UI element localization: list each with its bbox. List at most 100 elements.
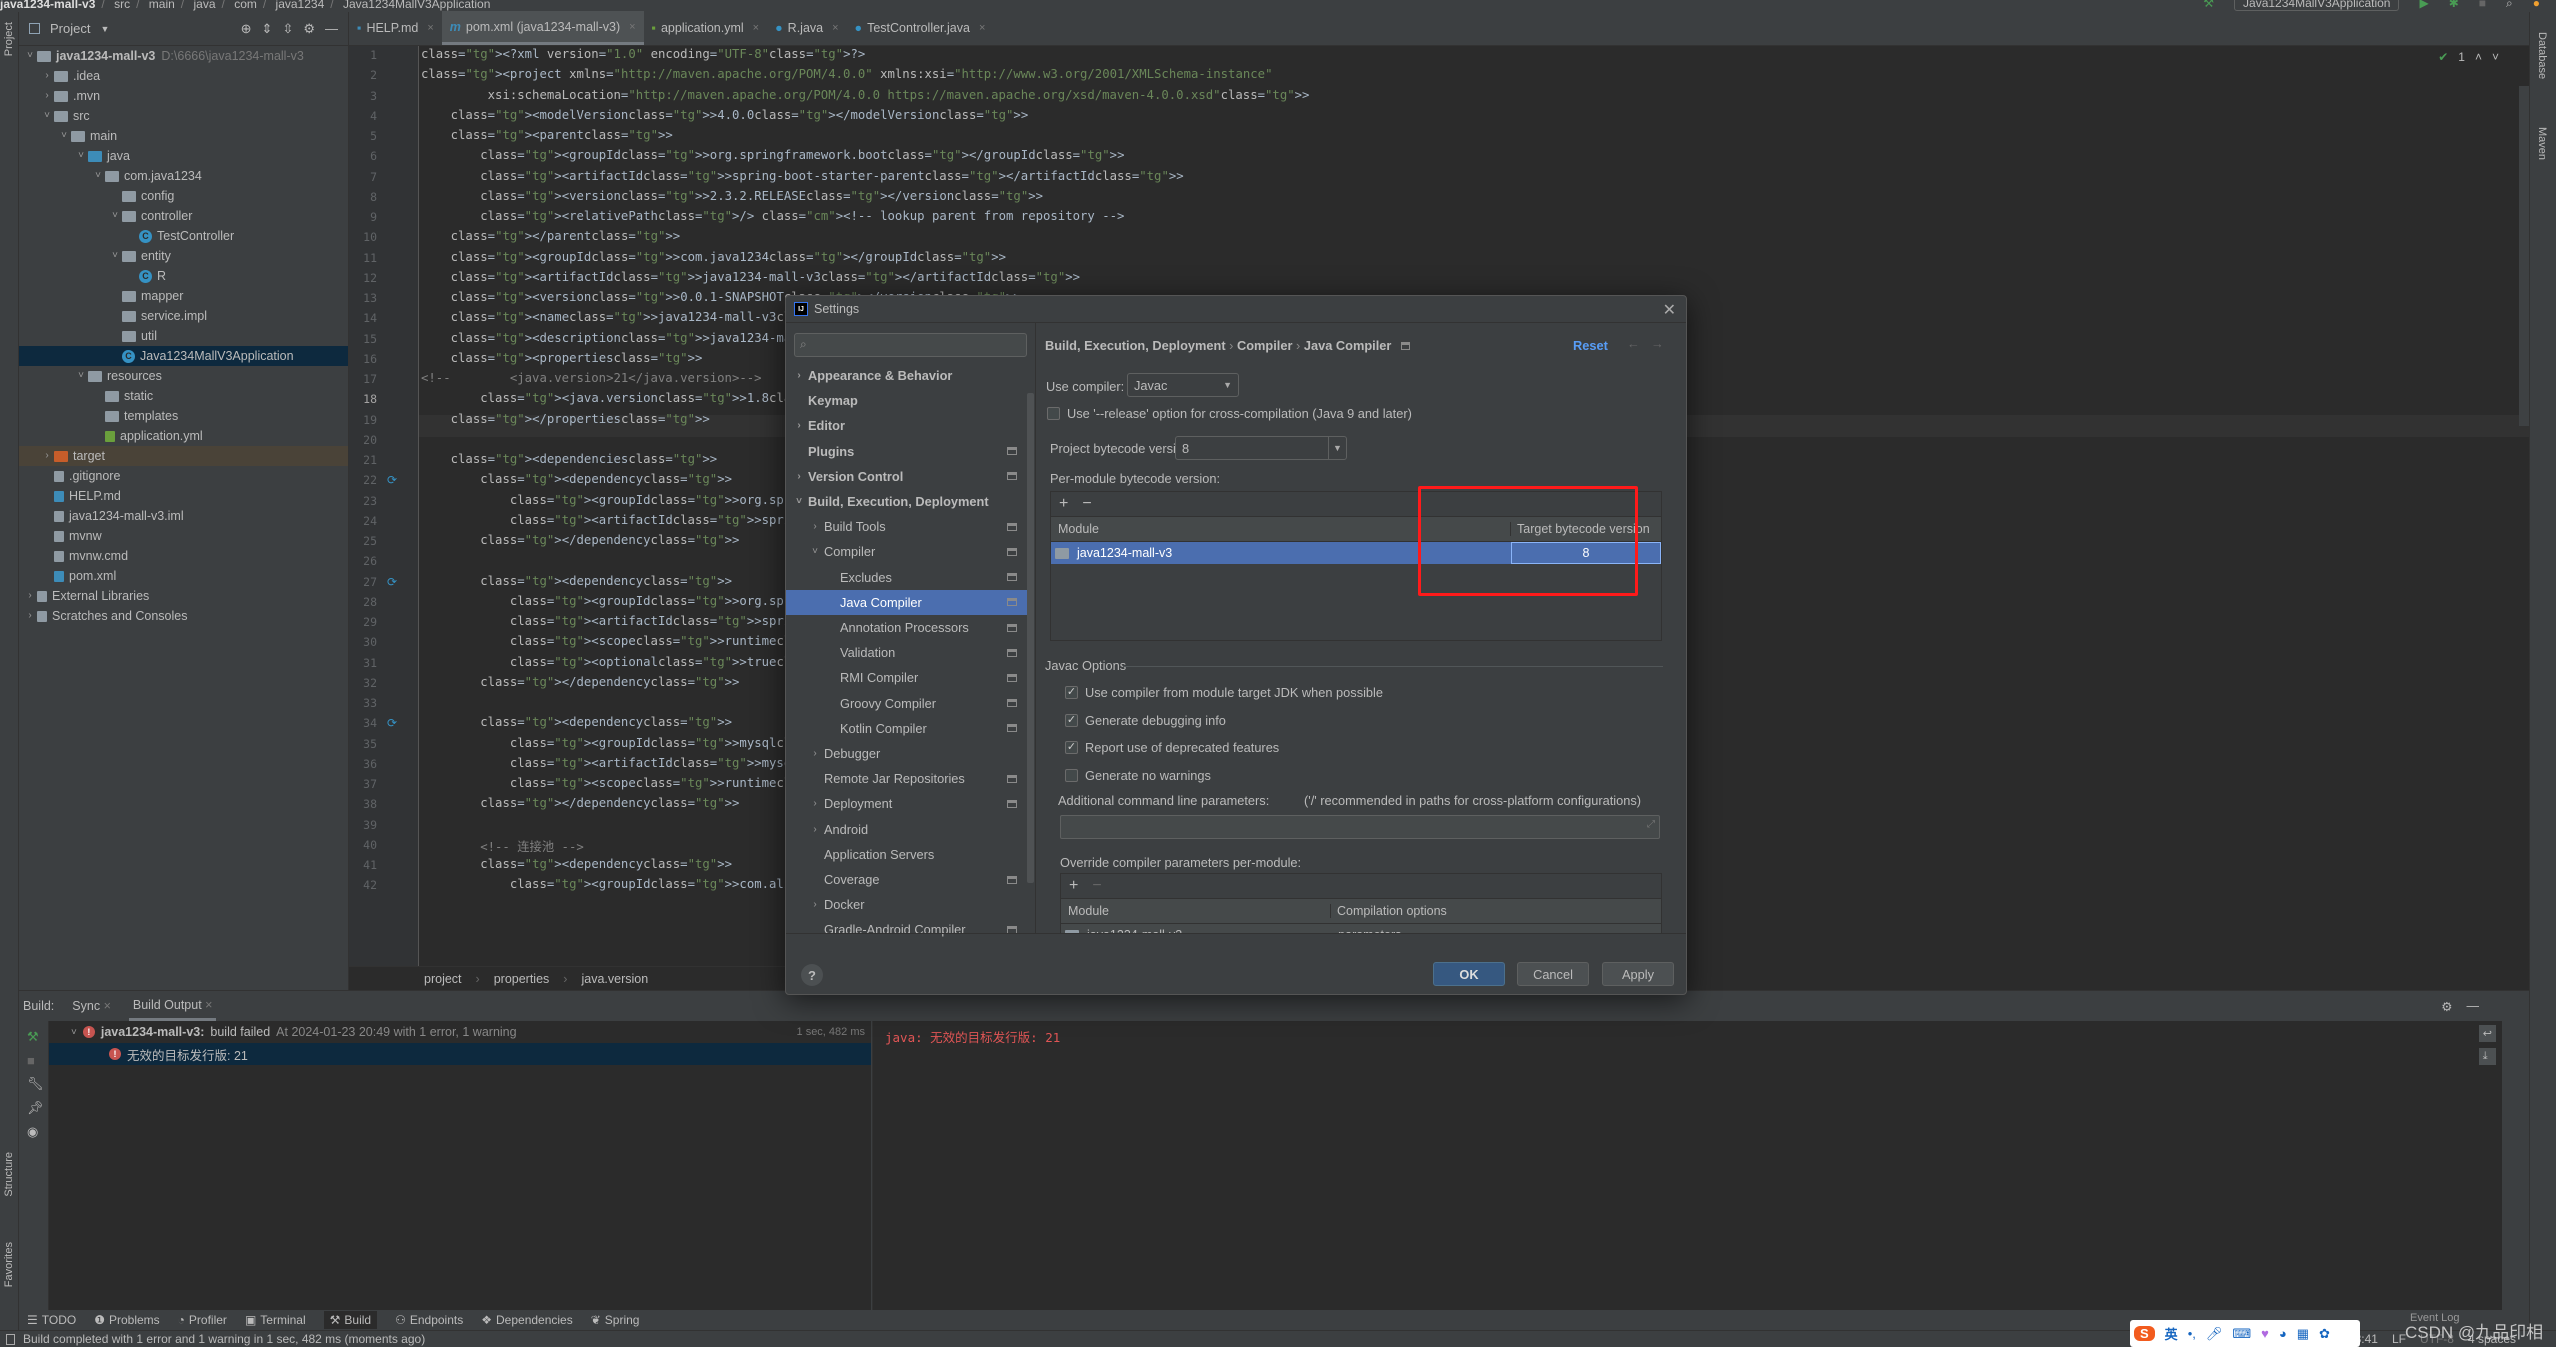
- tree-item[interactable]: › Scratches and Consoles: [19, 606, 348, 626]
- settings-nav-item[interactable]: › Build Tools: [786, 514, 1031, 539]
- tree-item[interactable]: templates: [19, 406, 348, 426]
- nav-crumb[interactable]: main: [149, 0, 175, 11]
- collapse-all-icon[interactable]: ⇳: [282, 21, 293, 37]
- project-bytecode-select[interactable]: 8 ▼: [1175, 436, 1347, 460]
- assistant-icon[interactable]: ◕: [2279, 1326, 2287, 1341]
- settings-search-field[interactable]: [817, 336, 1017, 354]
- tree-item[interactable]: mvnw: [19, 526, 348, 546]
- close-tab-icon[interactable]: ×: [629, 21, 635, 33]
- tree-item[interactable]: › target: [19, 446, 348, 466]
- stop-icon[interactable]: ■: [27, 1053, 40, 1068]
- chevron-down-icon[interactable]: ˅: [40, 106, 54, 126]
- tree-item[interactable]: ˅ src: [19, 106, 348, 126]
- editor-tab[interactable]: ● R.java ×: [767, 11, 846, 45]
- structure-tool-tab[interactable]: Structure: [3, 1152, 15, 1197]
- tool-tab-todo[interactable]: ☰ TODO: [27, 1313, 76, 1327]
- breadcrumb-item[interactable]: project: [424, 972, 462, 986]
- settings-nav-item[interactable]: › Android: [786, 817, 1031, 842]
- breadcrumb-item[interactable]: java.version: [581, 972, 648, 986]
- javac-option-checkbox[interactable]: Generate no warnings: [1065, 768, 1211, 783]
- build-console[interactable]: java: 无效的目标发行版: 21 ↩ ⤓: [872, 1021, 2502, 1311]
- tab-build-output[interactable]: Build Output ×: [128, 992, 217, 1021]
- remove-icon[interactable]: −: [1082, 495, 1091, 513]
- chevron-right-icon[interactable]: ›: [23, 606, 37, 626]
- nav-crumb[interactable]: java1234-mall-v3: [0, 0, 95, 11]
- close-tab-icon[interactable]: ×: [979, 22, 985, 34]
- chevron-down-icon[interactable]: ˅: [74, 366, 88, 386]
- chevron-right-icon[interactable]: ›: [40, 446, 54, 466]
- settings-nav-item[interactable]: › Editor: [786, 413, 1031, 438]
- tree-item[interactable]: ˅ java: [19, 146, 348, 166]
- chevron-right-icon[interactable]: ›: [40, 86, 54, 106]
- table-row[interactable]: java1234-mall-v3 -parameters: [1061, 924, 1661, 933]
- run-icon[interactable]: ▶: [2419, 0, 2428, 9]
- tool-tab-endpoints[interactable]: ⚇ Endpoints: [395, 1313, 463, 1327]
- gear-icon[interactable]: ⚙: [303, 21, 315, 37]
- editor-tab[interactable]: m pom.xml (java1234-mall-v3) ×: [441, 11, 644, 45]
- wrench-icon[interactable]: 🔧︎: [27, 1076, 44, 1092]
- javac-option-checkbox[interactable]: ✓ Report use of deprecated features: [1065, 740, 1279, 755]
- editor-scrollbar[interactable]: [2519, 86, 2529, 426]
- project-view-select[interactable]: Project: [50, 21, 90, 36]
- eye-icon[interactable]: ◉: [27, 1124, 40, 1140]
- project-tool-tab[interactable]: Project: [3, 22, 15, 56]
- nav-crumb[interactable]: com: [234, 0, 257, 11]
- pin-icon[interactable]: 📌︎: [27, 1100, 44, 1116]
- settings-nav-item[interactable]: Plugins: [786, 439, 1031, 464]
- additional-params-input[interactable]: ⤢: [1060, 815, 1660, 839]
- tree-item[interactable]: service.impl: [19, 306, 348, 326]
- spring-bean-gutter-icon[interactable]: ⟳: [387, 473, 397, 487]
- chevron-down-icon[interactable]: ˅: [57, 126, 71, 146]
- remove-icon[interactable]: −: [1092, 877, 1101, 895]
- settings-nav-item[interactable]: Remote Jar Repositories: [786, 766, 1031, 791]
- settings-nav-item[interactable]: Groovy Compiler: [786, 691, 1031, 716]
- tool-tab-problems[interactable]: ❶ Problems: [94, 1313, 159, 1327]
- chevron-down-icon[interactable]: ˅: [91, 166, 105, 186]
- rebuild-icon[interactable]: ⚒: [27, 1029, 40, 1045]
- database-tool-tab[interactable]: Database: [2536, 32, 2548, 79]
- release-option-checkbox[interactable]: Use '--release' option for cross-compila…: [1047, 406, 1412, 421]
- tree-item[interactable]: mapper: [19, 286, 348, 306]
- ime-lang-toggle[interactable]: 英: [2165, 1324, 2178, 1343]
- favorites-tool-tab[interactable]: Favorites: [3, 1242, 15, 1287]
- tree-item[interactable]: C Java1234MallV3Application: [19, 346, 348, 366]
- settings-nav-scrollbar[interactable]: [1027, 393, 1034, 883]
- tool-tab-profiler[interactable]: ◔ Profiler: [178, 1313, 227, 1327]
- editor-tab[interactable]: ▪ HELP.md ×: [349, 11, 442, 45]
- tree-item[interactable]: HELP.md: [19, 486, 348, 506]
- tree-item[interactable]: config: [19, 186, 348, 206]
- forward-arrow-icon[interactable]: →: [1651, 336, 1664, 351]
- spring-bean-gutter-icon[interactable]: ⟳: [387, 716, 397, 730]
- debug-icon[interactable]: ✱: [2449, 0, 2459, 9]
- inspection-widget[interactable]: ✔ 1 ˄ ˅: [2438, 50, 2499, 64]
- tree-item[interactable]: C TestController: [19, 226, 348, 246]
- javac-option-checkbox[interactable]: ✓ Generate debugging info: [1065, 713, 1226, 728]
- tree-item[interactable]: util: [19, 326, 348, 346]
- chevron-right-icon[interactable]: ›: [23, 586, 37, 606]
- line-separator[interactable]: LF: [2392, 1332, 2406, 1346]
- tree-item[interactable]: › .mvn: [19, 86, 348, 106]
- chevron-right-icon[interactable]: ›: [808, 899, 822, 910]
- help-button[interactable]: ?: [801, 964, 823, 986]
- locate-icon[interactable]: ⊕: [241, 21, 252, 37]
- chevron-down-icon[interactable]: ˅: [792, 496, 806, 507]
- chevron-down-icon[interactable]: ˅: [23, 46, 37, 66]
- tree-item[interactable]: › External Libraries: [19, 586, 348, 606]
- ok-button[interactable]: OK: [1433, 962, 1505, 986]
- chevron-right-icon[interactable]: ›: [808, 824, 822, 835]
- cancel-button[interactable]: Cancel: [1517, 962, 1589, 986]
- javac-option-checkbox[interactable]: ✓ Use compiler from module target JDK whe…: [1065, 685, 1383, 700]
- tree-item[interactable]: CR: [19, 266, 348, 286]
- chevron-right-icon[interactable]: ›: [808, 521, 822, 532]
- expand-icon[interactable]: ⤢: [1647, 819, 1655, 830]
- chevron-right-icon[interactable]: ›: [792, 420, 806, 431]
- chevron-down-icon[interactable]: ˅: [808, 546, 822, 557]
- maven-tool-tab[interactable]: Maven: [2536, 127, 2548, 160]
- column-header[interactable]: Module: [1061, 904, 1331, 918]
- tree-item[interactable]: › .idea: [19, 66, 348, 86]
- search-everywhere-icon[interactable]: ⌕: [2506, 0, 2513, 9]
- settings-nav-item[interactable]: Coverage: [786, 867, 1031, 892]
- gear-icon[interactable]: ⚙: [2441, 999, 2452, 1014]
- tool-tab-dependencies[interactable]: ❖ Dependencies: [481, 1313, 573, 1327]
- close-tab-icon[interactable]: ×: [753, 22, 759, 34]
